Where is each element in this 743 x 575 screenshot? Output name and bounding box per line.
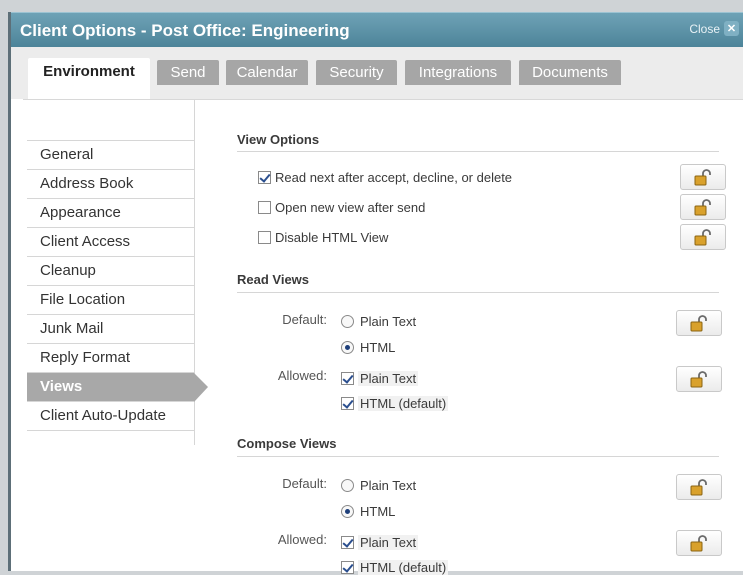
open-new-view-checkbox[interactable]	[258, 201, 271, 214]
lock-icon	[690, 479, 707, 496]
lock-button[interactable]	[680, 224, 726, 250]
tab-calendar[interactable]: Calendar	[226, 60, 308, 85]
compose-allowed-plain-label: Plain Text	[358, 535, 419, 550]
compose-allowed-plain-option[interactable]: Plain Text	[341, 535, 419, 550]
compose-allowed-label: Allowed:	[277, 532, 327, 547]
read-default-plain-option[interactable]: Plain Text	[341, 314, 416, 329]
compose-default-plain-label: Plain Text	[360, 478, 417, 493]
lock-icon	[690, 371, 707, 388]
view-options-rule	[237, 151, 719, 152]
read-default-label: Default:	[282, 312, 327, 327]
tab-security[interactable]: Security	[316, 60, 397, 85]
compose-views-title: Compose Views	[237, 436, 337, 451]
read-allowed-plain-checkbox[interactable]	[341, 372, 354, 385]
sidebar-item-cleanup[interactable]: Cleanup	[27, 257, 194, 286]
read-allowed-html-label: HTML (default)	[358, 396, 449, 411]
tab-send[interactable]: Send	[157, 60, 219, 85]
view-options-title: View Options	[237, 132, 320, 147]
read-next-option[interactable]: Read next after accept, decline, or dele…	[258, 170, 512, 185]
sidebar-item-client-access[interactable]: Client Access	[27, 228, 194, 257]
lock-icon	[694, 199, 711, 216]
read-allowed-plain-option[interactable]: Plain Text	[341, 371, 419, 386]
read-allowed-html-checkbox[interactable]	[341, 397, 354, 410]
close-icon[interactable]: ✕	[724, 21, 739, 36]
lock-button[interactable]	[680, 164, 726, 190]
sidebar: General Address Book Appearance Client A…	[27, 140, 208, 431]
sidebar-item-address-book[interactable]: Address Book	[27, 170, 194, 199]
title-bar: Client Options - Post Office: Engineerin…	[11, 12, 743, 47]
open-new-view-option[interactable]: Open new view after send	[258, 200, 425, 215]
compose-default-html-radio[interactable]	[341, 505, 354, 518]
lock-icon	[690, 535, 707, 552]
close-button[interactable]: Close ✕	[689, 21, 739, 36]
read-default-html-label: HTML	[360, 340, 396, 355]
read-views-rule	[237, 292, 719, 293]
lock-button[interactable]	[676, 474, 722, 500]
compose-default-html-label: HTML	[360, 504, 396, 519]
compose-default-plain-option[interactable]: Plain Text	[341, 478, 416, 493]
lock-icon	[694, 169, 711, 186]
sidebar-item-junk-mail[interactable]: Junk Mail	[27, 315, 194, 344]
lock-button[interactable]	[680, 194, 726, 220]
lock-button[interactable]	[676, 366, 722, 392]
lock-icon	[690, 315, 707, 332]
lock-icon	[694, 229, 711, 246]
compose-views-rule	[237, 456, 719, 457]
sidebar-item-views[interactable]: Views	[27, 373, 208, 402]
compose-allowed-html-option[interactable]: HTML (default)	[341, 560, 449, 575]
compose-default-plain-radio[interactable]	[341, 479, 354, 492]
content-area: General Address Book Appearance Client A…	[23, 99, 743, 575]
disable-html-checkbox[interactable]	[258, 231, 271, 244]
read-next-label: Read next after accept, decline, or dele…	[275, 170, 513, 185]
sidebar-item-file-location[interactable]: File Location	[27, 286, 194, 315]
compose-allowed-html-label: HTML (default)	[358, 560, 449, 575]
compose-allowed-html-checkbox[interactable]	[341, 561, 354, 574]
tab-integrations[interactable]: Integrations	[405, 60, 511, 85]
read-default-html-option[interactable]: HTML	[341, 340, 395, 355]
sidebar-item-appearance[interactable]: Appearance	[27, 199, 194, 228]
read-default-plain-label: Plain Text	[360, 314, 417, 329]
read-default-plain-radio[interactable]	[341, 315, 354, 328]
tab-bar: Environment Send Calendar Security Integ…	[11, 47, 743, 99]
window-title: Client Options - Post Office: Engineerin…	[20, 21, 350, 40]
lock-button[interactable]	[676, 530, 722, 556]
disable-html-label: Disable HTML View	[275, 230, 389, 245]
tab-environment[interactable]: Environment	[28, 58, 150, 99]
compose-default-label: Default:	[282, 476, 327, 491]
lock-button[interactable]	[676, 310, 722, 336]
read-views-title: Read Views	[237, 272, 310, 287]
compose-allowed-plain-checkbox[interactable]	[341, 536, 354, 549]
sidebar-item-general[interactable]: General	[27, 141, 194, 170]
read-default-html-radio[interactable]	[341, 341, 354, 354]
tab-documents[interactable]: Documents	[519, 60, 621, 85]
read-allowed-plain-label: Plain Text	[358, 371, 419, 386]
sidebar-item-client-auto-update[interactable]: Client Auto-Update	[27, 402, 194, 431]
read-next-checkbox[interactable]	[258, 171, 271, 184]
close-label: Close	[689, 21, 720, 36]
sidebar-item-reply-format[interactable]: Reply Format	[27, 344, 194, 373]
read-allowed-html-option[interactable]: HTML (default)	[341, 396, 449, 411]
disable-html-option[interactable]: Disable HTML View	[258, 230, 388, 245]
open-new-view-label: Open new view after send	[275, 200, 426, 215]
compose-default-html-option[interactable]: HTML	[341, 504, 395, 519]
client-options-dialog: Client Options - Post Office: Engineerin…	[8, 12, 743, 575]
read-allowed-label: Allowed:	[277, 368, 327, 383]
